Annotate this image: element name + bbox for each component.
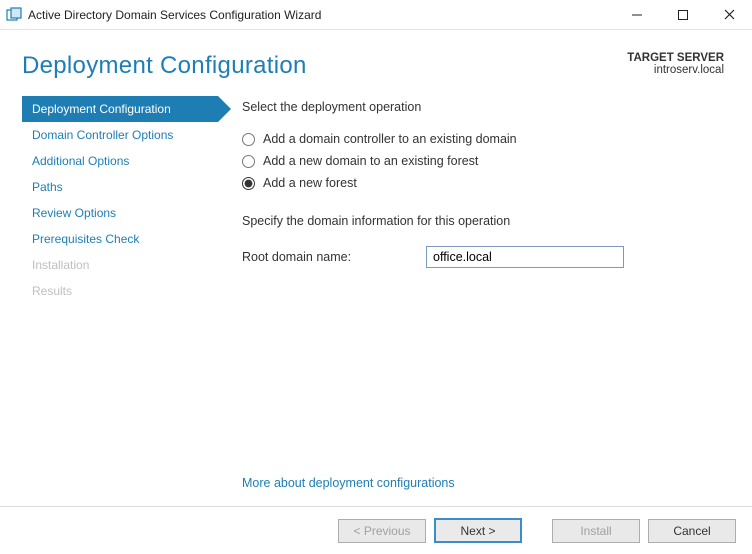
- step-label: Additional Options: [32, 154, 129, 168]
- step-label: Paths: [32, 180, 63, 194]
- radio-add-dc-existing-domain[interactable]: Add a domain controller to an existing d…: [242, 128, 722, 150]
- select-deployment-label: Select the deployment operation: [242, 100, 722, 114]
- minimize-button[interactable]: [614, 0, 660, 30]
- root-domain-field-row: Root domain name:: [242, 246, 722, 268]
- wizard-footer: < Previous Next > Install Cancel: [0, 506, 752, 554]
- next-button[interactable]: Next >: [434, 518, 522, 543]
- page-title: Deployment Configuration: [22, 52, 307, 80]
- more-about-link[interactable]: More about deployment configurations: [242, 476, 455, 490]
- titlebar: Active Directory Domain Services Configu…: [0, 0, 752, 30]
- wizard-steps-sidebar: Deployment Configuration Domain Controll…: [0, 96, 218, 554]
- step-review-options[interactable]: Review Options: [22, 200, 218, 226]
- step-domain-controller-options[interactable]: Domain Controller Options: [22, 122, 218, 148]
- radio-label: Add a new domain to an existing forest: [263, 154, 478, 168]
- step-results: Results: [22, 278, 218, 304]
- radio-add-domain-existing-forest[interactable]: Add a new domain to an existing forest: [242, 150, 722, 172]
- window-title: Active Directory Domain Services Configu…: [28, 8, 614, 22]
- radio-input[interactable]: [242, 177, 255, 190]
- step-prerequisites-check[interactable]: Prerequisites Check: [22, 226, 218, 252]
- step-label: Domain Controller Options: [32, 128, 173, 142]
- step-label: Deployment Configuration: [32, 102, 171, 116]
- target-server-value: introserv.local: [627, 64, 724, 76]
- cancel-button[interactable]: Cancel: [648, 519, 736, 543]
- step-deployment-configuration[interactable]: Deployment Configuration: [22, 96, 218, 122]
- app-icon: [6, 7, 22, 23]
- window-controls: [614, 0, 752, 30]
- previous-button: < Previous: [338, 519, 426, 543]
- target-server-block: TARGET SERVER introserv.local: [627, 52, 724, 76]
- maximize-button[interactable]: [660, 0, 706, 30]
- step-paths[interactable]: Paths: [22, 174, 218, 200]
- root-domain-label: Root domain name:: [242, 250, 426, 264]
- step-label: Installation: [32, 258, 89, 272]
- specify-domain-label: Specify the domain information for this …: [242, 214, 722, 228]
- radio-label: Add a domain controller to an existing d…: [263, 132, 517, 146]
- deployment-radio-group: Add a domain controller to an existing d…: [242, 128, 722, 194]
- step-label: Prerequisites Check: [32, 232, 139, 246]
- step-label: Review Options: [32, 206, 116, 220]
- install-button: Install: [552, 519, 640, 543]
- close-button[interactable]: [706, 0, 752, 30]
- page-header: Deployment Configuration TARGET SERVER i…: [0, 30, 752, 90]
- step-additional-options[interactable]: Additional Options: [22, 148, 218, 174]
- radio-input[interactable]: [242, 133, 255, 146]
- step-label: Results: [32, 284, 72, 298]
- radio-add-new-forest[interactable]: Add a new forest: [242, 172, 722, 194]
- radio-label: Add a new forest: [263, 176, 357, 190]
- target-server-label: TARGET SERVER: [627, 52, 724, 64]
- root-domain-input[interactable]: [426, 246, 624, 268]
- step-installation: Installation: [22, 252, 218, 278]
- radio-input[interactable]: [242, 155, 255, 168]
